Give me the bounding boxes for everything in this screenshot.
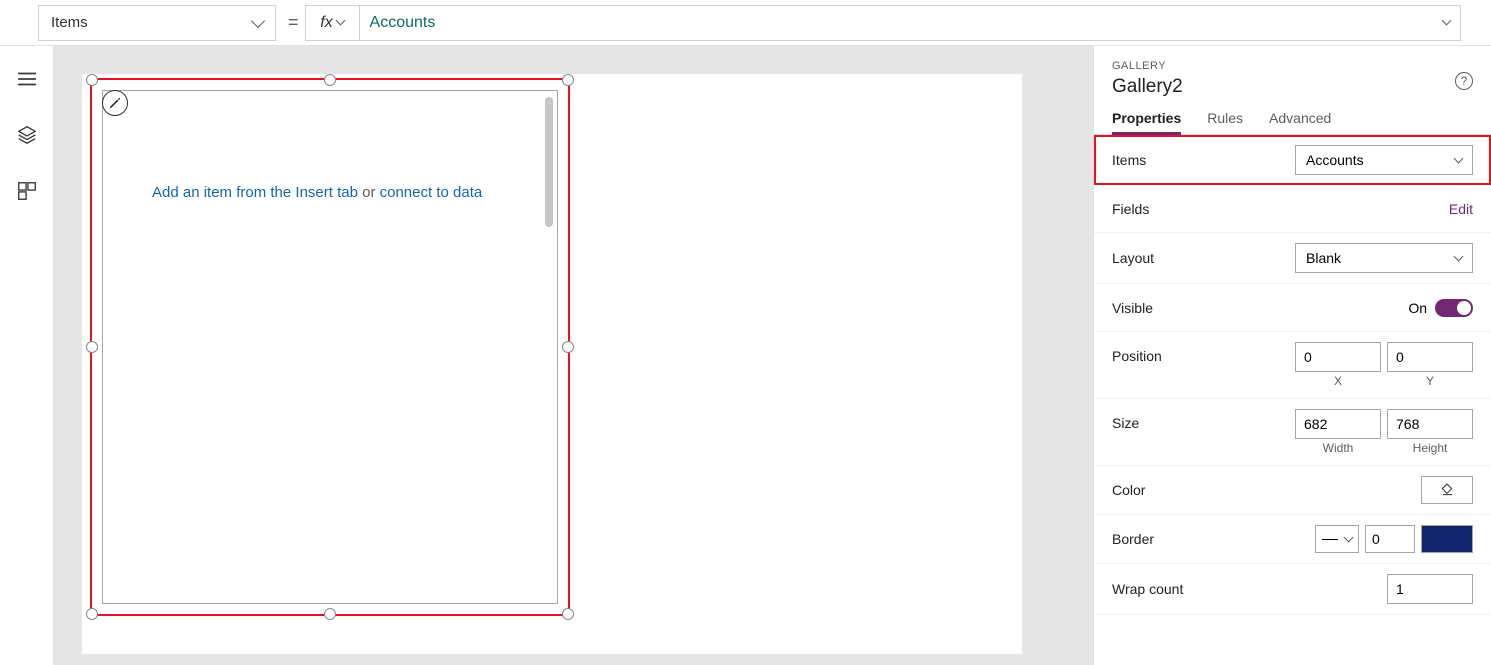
canvas-area[interactable]: Add an item from the Insert tab or conne… xyxy=(54,46,1093,665)
row-size: Size Width Height xyxy=(1094,399,1491,466)
formula-text: Accounts xyxy=(370,14,436,32)
tab-properties[interactable]: Properties xyxy=(1112,110,1181,134)
size-height-input[interactable] xyxy=(1387,409,1473,439)
control-name[interactable]: Gallery2 xyxy=(1112,76,1473,98)
chevron-down-icon xyxy=(1442,16,1452,26)
border-width-input[interactable] xyxy=(1365,525,1415,553)
tab-rules[interactable]: Rules xyxy=(1207,110,1243,134)
resize-handle[interactable] xyxy=(86,341,98,353)
fields-edit-link[interactable]: Edit xyxy=(1449,201,1473,217)
wrap-count-label: Wrap count xyxy=(1112,581,1183,597)
row-border: Border xyxy=(1094,515,1491,564)
panel-tabs: Properties Rules Advanced xyxy=(1094,98,1491,135)
size-height-label: Height xyxy=(1413,441,1448,455)
tab-advanced[interactable]: Advanced xyxy=(1269,110,1331,134)
chevron-down-icon xyxy=(251,13,265,27)
visible-label: Visible xyxy=(1112,300,1153,316)
resize-handle[interactable] xyxy=(86,74,98,86)
position-x-input[interactable] xyxy=(1295,342,1381,372)
border-label: Border xyxy=(1112,531,1154,547)
color-label: Color xyxy=(1112,482,1145,498)
border-style-dropdown[interactable] xyxy=(1315,525,1359,553)
border-color-swatch[interactable] xyxy=(1421,525,1473,553)
resize-handle[interactable] xyxy=(324,74,336,86)
gallery-bounds xyxy=(102,90,558,604)
resize-handle[interactable] xyxy=(562,341,574,353)
fill-icon xyxy=(1439,482,1455,498)
row-color: Color xyxy=(1094,466,1491,515)
items-label: Items xyxy=(1112,152,1146,168)
row-items: Items Accounts xyxy=(1094,135,1491,185)
visible-toggle[interactable] xyxy=(1435,299,1473,317)
resize-handle[interactable] xyxy=(562,74,574,86)
panel-header: GALLERY Gallery2 ? xyxy=(1094,46,1491,98)
color-swatch[interactable] xyxy=(1421,476,1473,504)
edit-gallery-button[interactable] xyxy=(102,90,128,116)
app-canvas[interactable]: Add an item from the Insert tab or conne… xyxy=(82,74,1022,654)
layout-value: Blank xyxy=(1306,250,1341,266)
row-visible: Visible On xyxy=(1094,284,1491,332)
components-icon[interactable] xyxy=(16,180,38,202)
formula-bar: Items = fx Accounts xyxy=(0,0,1491,46)
wrap-count-input[interactable] xyxy=(1387,574,1473,604)
chevron-down-icon xyxy=(1454,251,1464,261)
visible-state: On xyxy=(1408,300,1427,316)
formula-input[interactable]: Accounts xyxy=(359,5,1461,41)
row-fields: Fields Edit xyxy=(1094,185,1491,233)
connect-data-link[interactable]: connect to data xyxy=(380,184,483,201)
resize-handle[interactable] xyxy=(86,608,98,620)
row-position: Position X Y xyxy=(1094,332,1491,399)
chevron-down-icon xyxy=(1454,153,1464,163)
property-dropdown[interactable]: Items xyxy=(38,5,276,41)
layers-icon[interactable] xyxy=(16,124,38,146)
row-layout: Layout Blank xyxy=(1094,233,1491,284)
left-rail xyxy=(0,46,54,665)
main-area: Add an item from the Insert tab or conne… xyxy=(0,46,1491,665)
size-width-input[interactable] xyxy=(1295,409,1381,439)
items-value: Accounts xyxy=(1306,152,1364,168)
chevron-down-icon xyxy=(335,16,345,26)
pencil-icon xyxy=(108,96,122,110)
gallery-hint-or: or xyxy=(358,184,380,201)
property-dropdown-value: Items xyxy=(51,14,88,31)
line-icon xyxy=(1322,539,1338,540)
properties-panel: GALLERY Gallery2 ? Properties Rules Adva… xyxy=(1093,46,1491,665)
gallery-placeholder-text: Add an item from the Insert tab or conne… xyxy=(152,184,482,201)
chevron-down-icon xyxy=(1344,532,1354,542)
fx-label: fx xyxy=(320,14,332,32)
layout-label: Layout xyxy=(1112,250,1154,266)
size-width-label: Width xyxy=(1323,441,1354,455)
visible-toggle-wrap: On xyxy=(1408,299,1473,317)
resize-handle[interactable] xyxy=(324,608,336,620)
gallery-selection[interactable]: Add an item from the Insert tab or conne… xyxy=(90,78,570,616)
size-label: Size xyxy=(1112,415,1139,431)
position-y-input[interactable] xyxy=(1387,342,1473,372)
help-icon[interactable]: ? xyxy=(1455,72,1473,90)
resize-handle[interactable] xyxy=(562,608,574,620)
insert-tab-link[interactable]: Add an item from the Insert tab xyxy=(152,184,358,201)
hamburger-icon[interactable] xyxy=(16,68,38,90)
fields-label: Fields xyxy=(1112,201,1149,217)
layout-dropdown[interactable]: Blank xyxy=(1295,243,1473,273)
position-y-label: Y xyxy=(1426,374,1434,388)
items-dropdown[interactable]: Accounts xyxy=(1295,145,1473,175)
equals-label: = xyxy=(288,12,299,33)
scrollbar[interactable] xyxy=(545,97,553,227)
position-x-label: X xyxy=(1334,374,1342,388)
fx-button[interactable]: fx xyxy=(305,5,359,41)
control-type-label: GALLERY xyxy=(1112,60,1473,72)
row-wrap-count: Wrap count xyxy=(1094,564,1491,615)
position-label: Position xyxy=(1112,348,1162,364)
